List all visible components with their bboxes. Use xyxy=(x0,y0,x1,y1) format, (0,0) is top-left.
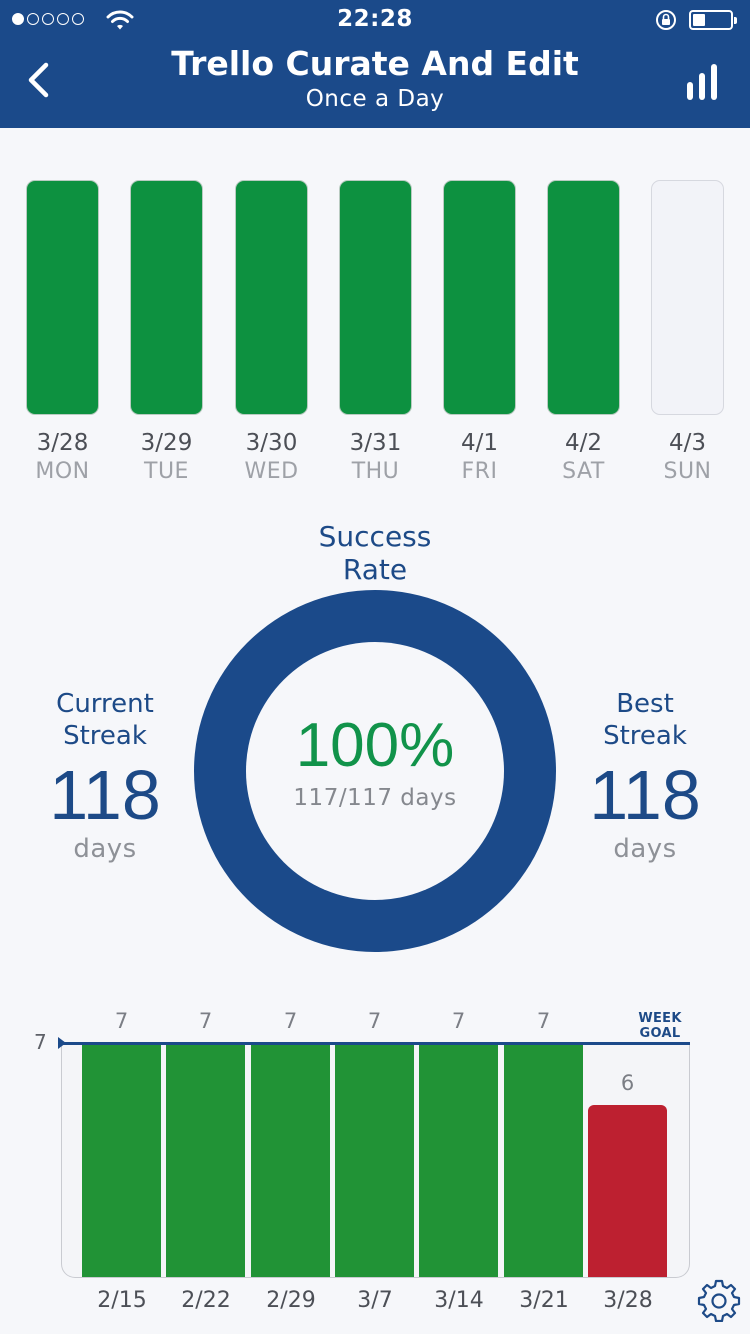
battery-icon xyxy=(689,10,737,30)
settings-button[interactable] xyxy=(697,1278,741,1322)
day-bar-complete[interactable] xyxy=(26,180,99,415)
day-date-label: 4/1 xyxy=(460,430,498,456)
bar-chart-icon xyxy=(687,64,717,100)
rotation-lock-icon xyxy=(656,10,676,30)
day-name-label: SAT xyxy=(562,459,605,484)
day-bar-complete[interactable] xyxy=(443,180,516,415)
best-streak-label: Best Streak xyxy=(603,689,687,751)
day-bar-complete[interactable] xyxy=(547,180,620,415)
week-value-label: 6 xyxy=(620,1071,635,1095)
week-bar-met[interactable] xyxy=(504,1045,583,1277)
day-bar-complete[interactable] xyxy=(130,180,203,415)
day-name-label: THU xyxy=(351,459,400,484)
goal-axis-label: 7 xyxy=(34,1030,47,1054)
day-date-label: 3/31 xyxy=(349,430,402,456)
week-bar-missed[interactable] xyxy=(588,1105,667,1277)
day-name-label: FRI xyxy=(461,459,498,484)
day-column[interactable]: 3/31 THU xyxy=(339,180,412,484)
day-name-label: SUN xyxy=(663,459,712,484)
current-streak-value: 118 xyxy=(49,756,161,834)
day-column[interactable]: 4/2 SAT xyxy=(547,180,620,484)
day-column[interactable]: 4/3 SUN xyxy=(651,180,724,484)
week-value-label: 7 xyxy=(367,1009,382,1033)
week-bar-met[interactable] xyxy=(335,1045,414,1277)
week-value-label: 7 xyxy=(536,1009,551,1033)
day-name-label: MON xyxy=(35,459,90,484)
day-date-label: 3/29 xyxy=(140,430,193,456)
week-bar-met[interactable] xyxy=(419,1045,498,1277)
gear-icon xyxy=(697,1279,741,1322)
week-bar-met[interactable] xyxy=(251,1045,330,1277)
current-streak: Current Streak 118 days xyxy=(10,688,200,864)
current-streak-unit: days xyxy=(73,834,137,864)
goal-marker-icon xyxy=(58,1037,66,1049)
week-bar-met[interactable] xyxy=(82,1045,161,1277)
stats-button[interactable] xyxy=(684,64,720,102)
day-date-label: 3/28 xyxy=(36,430,89,456)
current-streak-label: Current Streak xyxy=(56,689,154,751)
week-value-label: 7 xyxy=(114,1009,129,1033)
best-streak: Best Streak 118 days xyxy=(550,688,740,864)
week-goal-label: WEEK GOAL xyxy=(638,1011,682,1041)
day-bar-empty[interactable] xyxy=(651,180,724,415)
week-date-label: 3/28 xyxy=(603,1288,653,1313)
page-title: Trello Curate And Edit xyxy=(171,44,579,83)
day-name-label: WED xyxy=(244,459,299,484)
status-time: 22:28 xyxy=(337,6,413,32)
day-bar-complete[interactable] xyxy=(339,180,412,415)
week-value-label: 7 xyxy=(451,1009,466,1033)
day-bar-complete[interactable] xyxy=(235,180,308,415)
status-bar: 22:28 xyxy=(0,0,750,40)
day-column[interactable]: 3/30 WED xyxy=(235,180,308,484)
page-subtitle: Once a Day xyxy=(305,86,445,112)
best-streak-value: 118 xyxy=(589,756,701,834)
day-column[interactable]: 4/1 FRI xyxy=(443,180,516,484)
success-rate-label: Success Rate xyxy=(318,520,432,586)
day-date-label: 4/3 xyxy=(668,430,706,456)
nav-header: 22:28 Trello Curate And Edit Once a Day xyxy=(0,0,750,128)
week-bar-met[interactable] xyxy=(166,1045,245,1277)
week-value-label: 7 xyxy=(283,1009,298,1033)
week-value-label: 7 xyxy=(198,1009,213,1033)
day-column[interactable]: 3/29 TUE xyxy=(130,180,203,484)
day-column[interactable]: 3/28 MON xyxy=(26,180,99,484)
day-date-label: 3/30 xyxy=(245,430,298,456)
weekly-goal-chart: 7 WEEK GOAL 7 2/15 7 2/22 7 2/29 7 3/7 7 3/14 7 3/21… xyxy=(0,1000,750,1334)
day-name-label: TUE xyxy=(144,459,189,484)
best-streak-unit: days xyxy=(613,834,677,864)
day-date-label: 4/2 xyxy=(564,430,602,456)
